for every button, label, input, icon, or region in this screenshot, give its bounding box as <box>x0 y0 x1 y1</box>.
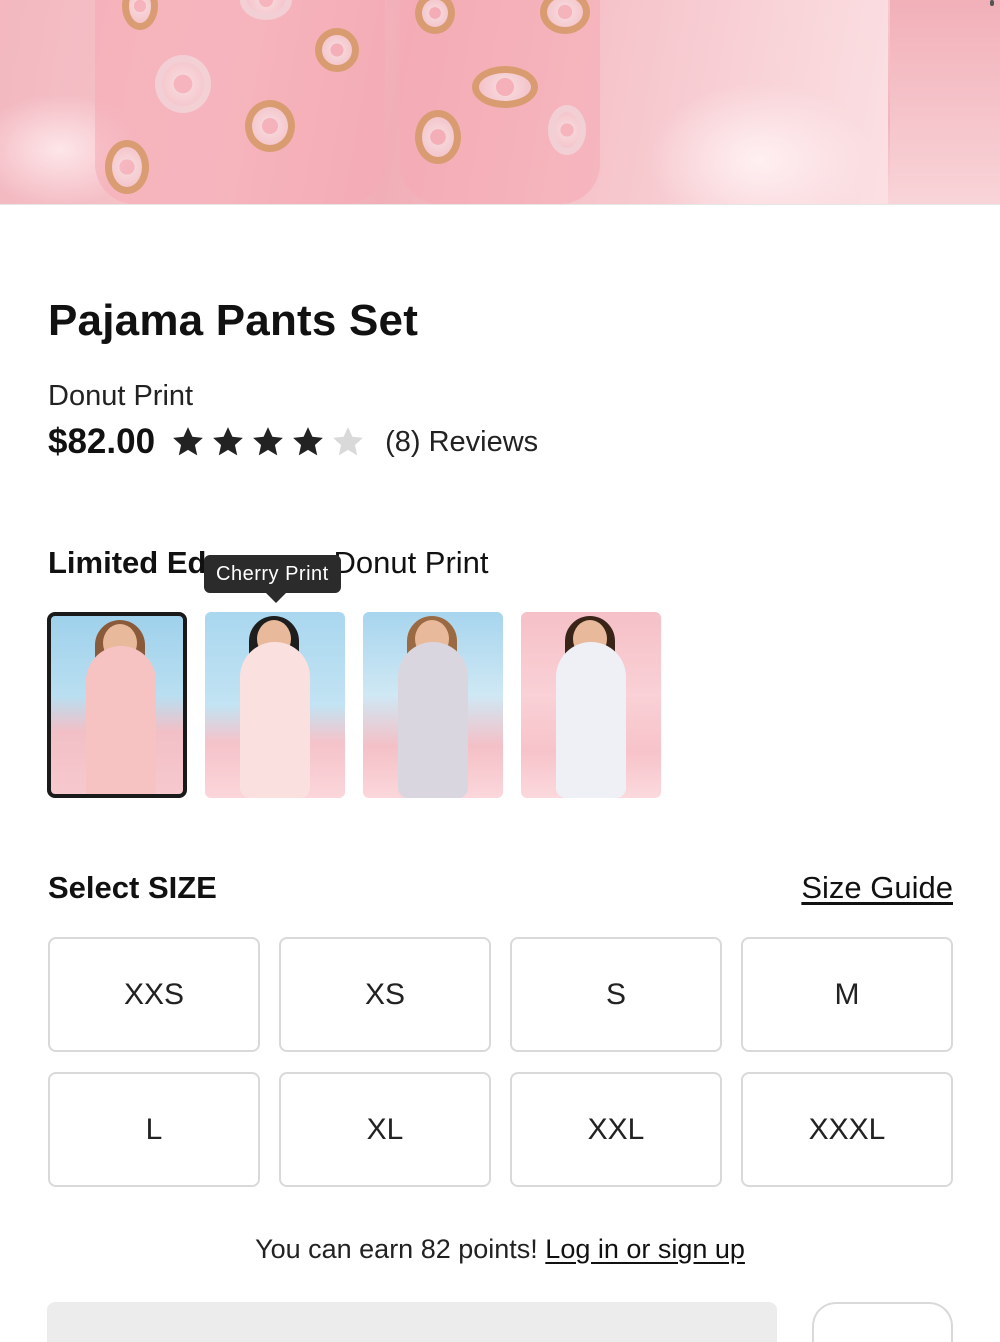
select-size-heading: Select SIZE <box>48 870 217 905</box>
swatch-tooltip: Cherry Print <box>204 555 341 593</box>
star-empty-icon <box>333 427 363 456</box>
donut-pattern <box>105 140 149 194</box>
product-hero-image[interactable] <box>0 0 1000 205</box>
star-filled-icon <box>213 427 243 456</box>
size-option-xs[interactable]: XS <box>279 937 491 1052</box>
donut-pattern <box>315 28 359 72</box>
hero-next-image[interactable] <box>890 0 1000 204</box>
rating-stars[interactable] <box>171 425 371 459</box>
model-pajama <box>398 642 468 798</box>
size-option-l[interactable]: L <box>48 1072 260 1187</box>
donut-pattern <box>245 100 295 152</box>
star-filled-icon <box>293 427 323 456</box>
size-guide-link[interactable]: Size Guide <box>801 870 953 906</box>
swatch-leopard-print[interactable] <box>363 612 503 798</box>
model-pajama <box>240 642 310 798</box>
wishlist-button[interactable] <box>812 1302 953 1342</box>
hero-main-image <box>0 0 888 204</box>
swatch-cookie-print[interactable] <box>521 612 661 798</box>
swatch-donut-print[interactable] <box>47 612 187 798</box>
login-signup-link[interactable]: Log in or sign up <box>545 1234 745 1264</box>
size-option-xxl[interactable]: XXL <box>510 1072 722 1187</box>
star-filled-icon <box>173 427 203 456</box>
quantity-selector[interactable] <box>47 1302 777 1342</box>
product-title: Pajama Pants Set <box>48 296 419 345</box>
star-filled-icon <box>253 427 283 456</box>
donut-pattern <box>548 105 586 155</box>
donut-pattern <box>415 110 461 164</box>
size-option-m[interactable]: M <box>741 937 953 1052</box>
points-message: You can earn 82 points! Log in or sign u… <box>0 1234 1000 1265</box>
scrollbar-thumb[interactable] <box>990 0 994 6</box>
tooltip-arrow <box>266 593 286 603</box>
size-option-xxxl[interactable]: XXXL <box>741 1072 953 1187</box>
size-option-xl[interactable]: XL <box>279 1072 491 1187</box>
model-pajama <box>556 642 626 798</box>
donut-pattern <box>155 55 211 113</box>
swatch-cherry-print[interactable] <box>205 612 345 798</box>
model-pajama <box>86 646 156 794</box>
reviews-link[interactable]: (8) Reviews <box>385 426 538 459</box>
donut-pattern <box>472 66 538 108</box>
size-option-xxs[interactable]: XXS <box>48 937 260 1052</box>
points-text: You can earn 82 points! <box>255 1234 546 1264</box>
size-option-s[interactable]: S <box>510 937 722 1052</box>
edition-label: Limited Ed <box>48 545 207 580</box>
edition-print-name: Donut Print <box>333 545 489 580</box>
product-variant: Donut Print <box>48 380 194 412</box>
price-rating-row: $82.00 (8) Reviews <box>48 420 538 464</box>
product-price: $82.00 <box>48 422 156 461</box>
